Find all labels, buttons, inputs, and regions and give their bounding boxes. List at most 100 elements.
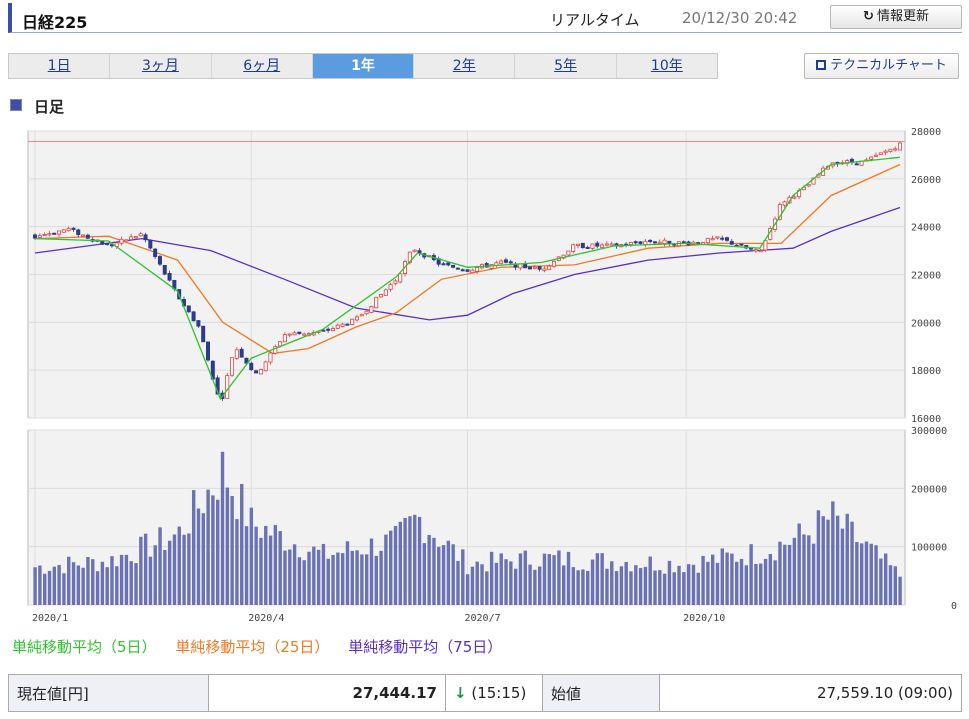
tab-1y[interactable]: 1年: [312, 54, 415, 78]
volume-bar: [340, 553, 345, 605]
tab-10y[interactable]: 10年: [617, 54, 717, 78]
open-price-label: 始値: [542, 674, 660, 712]
volume-bar: [124, 554, 129, 605]
tab-3m[interactable]: 3ヶ月: [110, 54, 212, 78]
volume-bar: [667, 560, 672, 605]
stock-chart: 16000 18000 20000 22000 24000 26000 28000 0 1000…: [27, 127, 957, 624]
volume-bar: [220, 451, 225, 605]
volume-bar: [720, 548, 724, 605]
candle-body: [100, 240, 105, 245]
volume-bar: [763, 558, 768, 605]
candle-body: [282, 334, 287, 343]
candle-body: [47, 233, 52, 236]
candle-body: [230, 357, 235, 376]
volume-bar: [759, 563, 763, 605]
candle-body: [412, 249, 417, 252]
volume-bar: [557, 550, 561, 605]
volume-tick-label: 100000: [911, 543, 947, 554]
volume-bar: [158, 527, 162, 605]
tab-6m[interactable]: 6ヶ月: [212, 54, 313, 78]
volume-bar: [485, 571, 489, 605]
candle-body: [37, 235, 42, 238]
candle-body: [566, 250, 571, 256]
candle-body: [234, 349, 239, 359]
volume-bar: [672, 572, 676, 605]
volume-bar: [43, 573, 47, 605]
volume-bar: [475, 561, 479, 605]
volume-bar: [437, 546, 441, 605]
volume-bar: [163, 550, 167, 605]
volume-bar: [835, 515, 840, 605]
current-price-value: 27,444.17: [208, 674, 446, 712]
realtime-label: リアルタイム: [550, 11, 640, 29]
volume-bar: [730, 553, 734, 605]
volume-bar: [413, 514, 417, 605]
legend-ma5: 単純移動平均（5日）: [12, 638, 157, 656]
volume-bar: [744, 565, 749, 605]
candle-body: [499, 260, 504, 264]
volume-bar: [408, 516, 412, 605]
volume-bar: [706, 561, 710, 605]
volume-bar: [509, 561, 513, 605]
volume-bar: [115, 566, 119, 605]
volume-bar: [461, 549, 465, 605]
volume-bar: [67, 556, 71, 605]
volume-bar: [807, 535, 811, 605]
candle-body: [105, 242, 110, 245]
tab-2y[interactable]: 2年: [414, 54, 516, 78]
volume-bar: [797, 523, 801, 605]
candle-body: [739, 243, 744, 246]
refresh-button[interactable]: ↻ 情報更新: [830, 5, 962, 29]
candle-body: [249, 362, 254, 371]
volume-bar: [292, 544, 297, 605]
tab-1d[interactable]: 1日: [9, 54, 111, 78]
volume-bar: [528, 564, 532, 605]
volume-bar: [350, 550, 354, 605]
volume-bar: [283, 550, 287, 605]
volume-bar: [754, 563, 758, 605]
volume-bar: [845, 513, 849, 605]
volume-bar: [417, 516, 422, 605]
volume-bar: [537, 566, 542, 605]
volume-bar: [196, 508, 201, 605]
volume-bar: [888, 565, 893, 605]
candle-body: [364, 310, 369, 315]
candle-body: [657, 241, 662, 244]
section-heading: 日足: [10, 96, 64, 117]
candle-body: [662, 239, 667, 244]
candle-body: [527, 266, 532, 270]
volume-bar: [172, 534, 177, 605]
open-price-value: 27,559.10 (09:00): [659, 674, 962, 712]
candle-body: [681, 241, 686, 244]
candle-body: [465, 269, 470, 272]
volume-bar: [81, 567, 85, 605]
volume-bar: [379, 550, 383, 605]
candle-body: [576, 243, 581, 246]
technical-chart-button[interactable]: テクニカルチャート: [804, 53, 959, 79]
candle-body: [604, 243, 609, 246]
volume-bar: [312, 546, 316, 605]
candle-body: [590, 243, 595, 249]
candle-body: [378, 293, 383, 298]
candle-body: [455, 267, 460, 270]
volume-bar: [691, 564, 696, 605]
candle-body: [148, 239, 153, 249]
volume-bar: [187, 533, 191, 605]
volume-bar: [552, 555, 556, 605]
candle-body: [287, 333, 292, 336]
volume-bar: [648, 556, 652, 605]
candle-body: [580, 242, 585, 248]
current-price-time: (15:15): [471, 684, 527, 702]
volume-bar: [489, 551, 494, 605]
tab-5y[interactable]: 5年: [515, 54, 617, 78]
candle-body: [52, 232, 57, 235]
candle-body: [124, 239, 129, 242]
price-tick-label: 24000: [911, 223, 941, 234]
volume-bar: [783, 544, 787, 605]
volume-bar: [590, 559, 595, 605]
candle-body: [225, 375, 230, 399]
candle-body: [263, 361, 268, 372]
volume-bar: [465, 574, 470, 605]
volume-bar: [321, 543, 326, 605]
volume-bar: [364, 554, 369, 605]
